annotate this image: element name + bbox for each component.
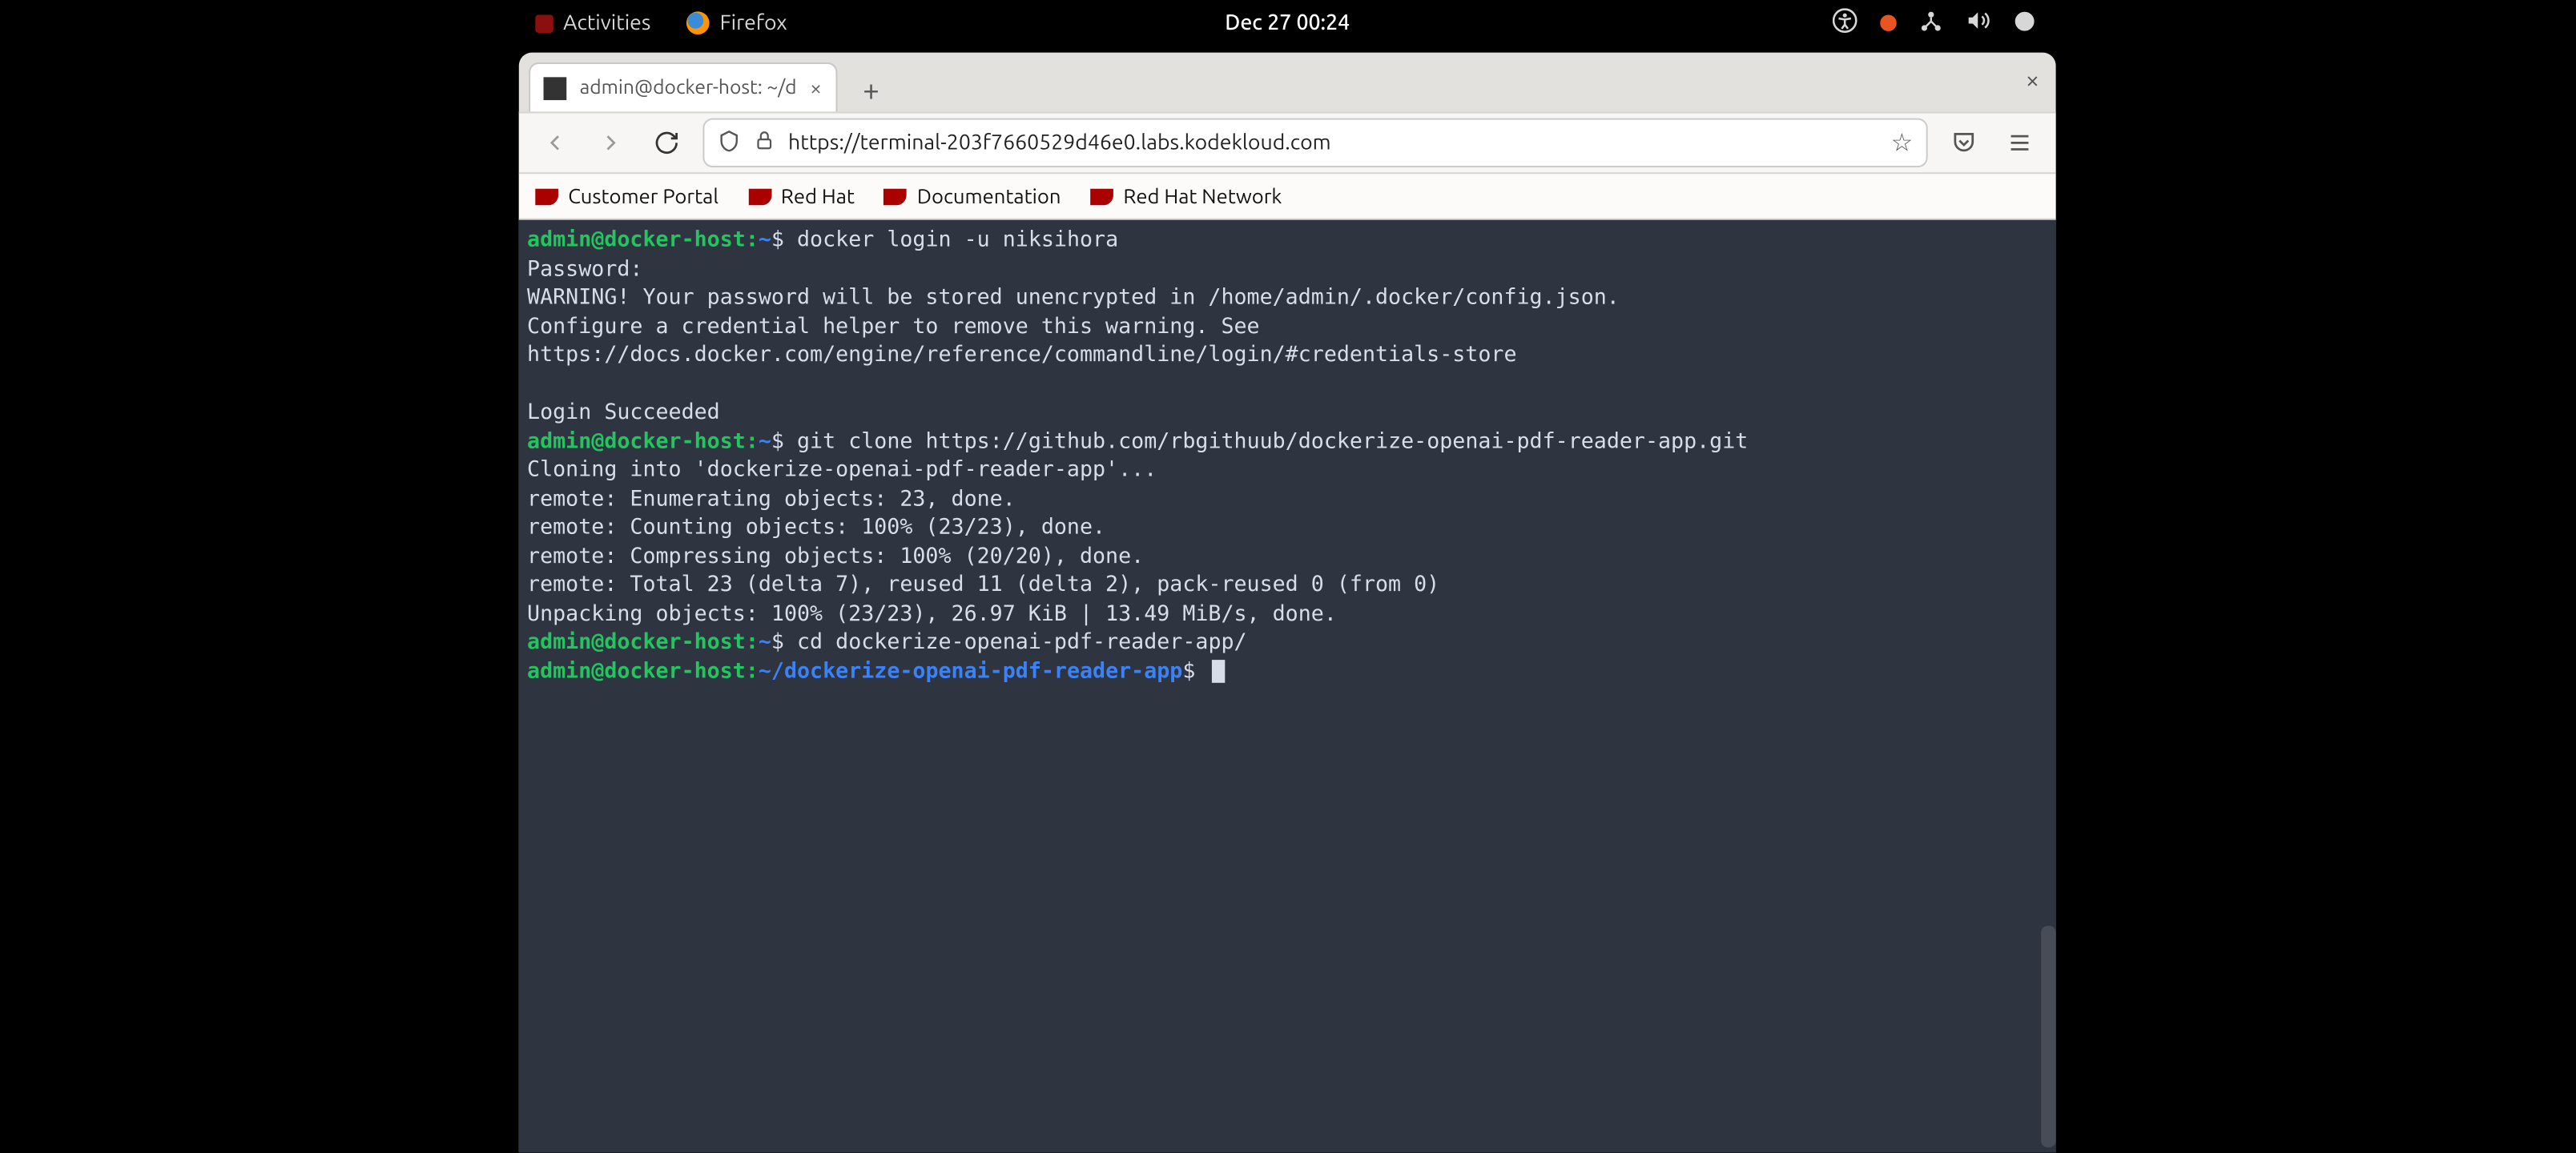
active-application-name: Firefox — [720, 11, 787, 34]
url-text: https://terminal-203f7660529d46e0.labs.k… — [788, 131, 1331, 155]
output-line: remote: Counting objects: 100% (23/23), … — [527, 514, 2047, 543]
forward-button[interactable] — [591, 123, 630, 163]
redhat-icon — [535, 188, 558, 205]
new-tab-button[interactable]: + — [850, 69, 892, 111]
bookmark-documentation[interactable]: Documentation — [884, 185, 1061, 208]
bookmark-red-hat-network[interactable]: Red Hat Network — [1090, 185, 1282, 208]
redhat-icon — [535, 14, 553, 32]
tab-close-icon[interactable]: × — [810, 76, 822, 99]
address-bar[interactable]: https://terminal-203f7660529d46e0.labs.k… — [702, 119, 1927, 168]
browser-tab[interactable]: admin@docker-host: ~/d × — [529, 62, 836, 111]
tab-strip: admin@docker-host: ~/d × + × — [519, 53, 2056, 112]
output-line: Password: — [527, 255, 2047, 284]
firefox-icon — [687, 11, 710, 34]
terminal-favicon-icon — [544, 76, 567, 99]
pocket-icon[interactable] — [1944, 123, 1983, 163]
tab-title: admin@docker-host: ~/d — [580, 77, 797, 98]
redhat-icon — [884, 188, 908, 205]
terminal-page[interactable]: admin@docker-host:~$ docker login -u nik… — [519, 220, 2056, 1152]
activities-label: Activities — [563, 11, 650, 34]
output-line: Cloning into 'dockerize-openai-pdf-reade… — [527, 456, 2047, 485]
command-line: docker login -u niksihora — [784, 228, 1118, 253]
output-line: remote: Compressing objects: 100% (20/20… — [527, 543, 2047, 572]
output-line: Login Succeeded — [527, 399, 2047, 428]
back-button[interactable] — [535, 123, 574, 163]
output-line: remote: Enumerating objects: 23, done. — [527, 485, 2047, 514]
output-line: Configure a credential helper to remove … — [527, 313, 2047, 342]
redhat-icon — [748, 188, 771, 205]
lock-icon[interactable] — [754, 130, 775, 156]
notification-dot-icon[interactable] — [1880, 14, 1897, 31]
accessibility-icon[interactable] — [1833, 8, 1858, 38]
clock[interactable]: Dec 27 00:24 — [1225, 11, 1350, 34]
bookmark-red-hat[interactable]: Red Hat — [748, 185, 855, 208]
output-line: WARNING! Your password will be stored un… — [527, 284, 2047, 313]
output-line: Unpacking objects: 100% (23/23), 26.97 K… — [527, 600, 2047, 629]
active-application-button[interactable]: Firefox — [687, 11, 787, 34]
browser-toolbar: https://terminal-203f7660529d46e0.labs.k… — [519, 111, 2056, 174]
clock-label: Dec 27 00:24 — [1225, 11, 1350, 34]
window-close-icon[interactable]: × — [2026, 66, 2039, 94]
bookmark-customer-portal[interactable]: Customer Portal — [535, 185, 718, 208]
system-tray — [1833, 8, 2036, 38]
bookmarks-bar: Customer Portal Red Hat Documentation Re… — [519, 174, 2056, 219]
network-icon[interactable] — [1919, 9, 1942, 37]
volume-icon[interactable] — [1966, 8, 1990, 38]
output-line: https://docs.docker.com/engine/reference… — [527, 341, 2047, 370]
output-line — [527, 370, 2047, 399]
power-icon[interactable] — [2013, 9, 2036, 37]
hamburger-menu-icon[interactable] — [2000, 123, 2039, 163]
scrollbar[interactable] — [2041, 926, 2055, 1147]
output-line: remote: Total 23 (delta 7), reused 11 (d… — [527, 571, 2047, 600]
redhat-icon — [1090, 188, 1113, 205]
command-line: cd dockerize-openai-pdf-reader-app/ — [784, 630, 1247, 655]
bookmark-star-icon[interactable]: ☆ — [1891, 128, 1914, 158]
terminal-cursor — [1212, 660, 1225, 683]
activities-button[interactable]: Activities — [535, 11, 650, 34]
reload-button[interactable] — [647, 123, 686, 163]
command-line: git clone https://github.com/rbgithuub/d… — [784, 429, 1748, 454]
gnome-top-bar: Activities Firefox Dec 27 00:24 — [519, 0, 2056, 46]
tracking-shield-icon[interactable] — [718, 129, 741, 157]
browser-window: admin@docker-host: ~/d × + × — [519, 53, 2056, 1153]
